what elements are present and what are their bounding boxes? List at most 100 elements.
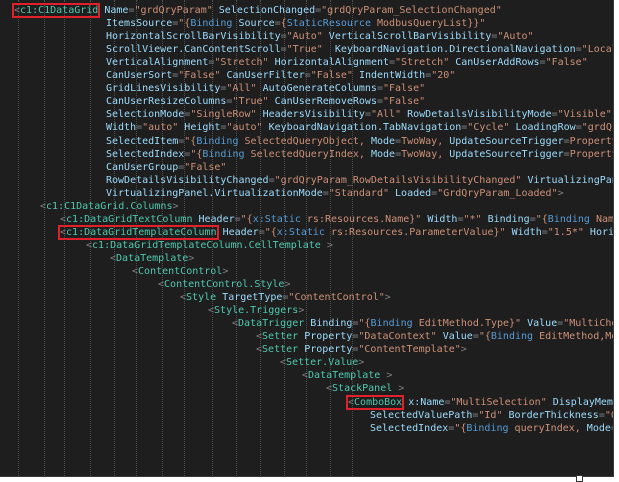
xml-tag-name: ContentControl.Style [164, 279, 285, 291]
xml-attribute-value: "Stretch" [395, 57, 450, 69]
xml-attribute-value: "False" [184, 161, 227, 173]
code-line[interactable]: <c1:DataGridTemplateColumn.CellTemplate … [0, 239, 613, 252]
xml-attribute-value: "Stretch" [214, 57, 269, 69]
code-line[interactable]: <Style.Triggers> [0, 304, 613, 317]
markup-extension: Binding [547, 213, 590, 225]
code-line[interactable]: <Setter Property="ContentTemplate"> [0, 343, 613, 356]
code-line[interactable]: <c1:DataGridTemplateColumn Header="{x:St… [0, 224, 613, 240]
xml-tag-name: ComboBox [354, 396, 403, 408]
code-line[interactable]: SelectedValuePath="Id" BorderThickness="… [0, 409, 613, 422]
xml-tag-name: c1:C1DataGrid [20, 5, 99, 16]
code-line[interactable]: GridLinesVisibility="All" AutoGenerateCo… [0, 82, 613, 95]
xml-attribute-name: Property [304, 331, 353, 343]
xml-attribute-value: "GrdQryParam_Loaded" [437, 187, 558, 199]
resize-grip-icon[interactable] [576, 475, 583, 482]
xml-punctuation: > [222, 266, 229, 277]
xml-attribute-value: SelectedQueryObject, [244, 135, 371, 147]
code-line[interactable]: <ContentControl.Style> [0, 278, 613, 291]
xml-attribute-name: Header [222, 226, 259, 238]
xml-tag-name: c1:C1DataGrid.Columns [46, 200, 173, 212]
xml-attribute-value: EditMethod,Mod [539, 331, 613, 343]
xml-attribute-name: ItemsSource [106, 18, 173, 30]
xml-attribute-value: ModbusQueryList}}" [377, 18, 486, 30]
xml-attribute-name: CanUserAddRows [455, 57, 540, 69]
xml-tag-name: Style.Triggers [214, 305, 299, 317]
markup-extension: Binding [190, 18, 233, 30]
code-line[interactable]: SelectedIndex="{Binding SelectedQueryInd… [0, 148, 613, 161]
xml-attribute-name: Value [527, 318, 558, 330]
xml-punctuation: = [611, 423, 613, 434]
xml-tag-name: Setter.Value [286, 357, 359, 369]
xml-attribute-name: CanUserFilter [226, 70, 305, 82]
xml-attribute-value: TwoWay, [401, 135, 450, 147]
xml-attribute-name: SelectionMode [106, 109, 185, 121]
code-line[interactable]: SelectionMode="SingleRow" HeadersVisibil… [0, 108, 613, 121]
xml-attribute-name: ScrollViewer.CanContentScroll [106, 44, 281, 56]
xml-attribute-value: "{ [178, 18, 191, 30]
markup-extension: Binding [370, 318, 413, 330]
xml-tag-name: Setter [262, 344, 299, 356]
markup-extension: x:Static [252, 213, 301, 225]
xml-attribute-value: "1.5*" [547, 226, 584, 238]
code-line[interactable]: SelectedItem="{Binding SelectedQueryObje… [0, 135, 613, 148]
code-line[interactable]: <c1:C1DataGrid Name="grdQryParam" Select… [0, 3, 613, 18]
code-line[interactable]: <c1:DataGridTextColumn Header="{x:Static… [0, 213, 613, 226]
xml-attribute-value: "MultiSelection" [450, 396, 547, 408]
xml-tag-name: Style [186, 292, 217, 304]
code-line[interactable]: <Setter.Value> [0, 356, 613, 369]
xml-tag-name: c1:DataGridTextColumn [66, 213, 193, 225]
xml-attribute-name: CanUserRemoveRows [274, 96, 377, 108]
code-line[interactable]: VirtualizingPanel.VirtualizationMode="St… [0, 187, 613, 200]
code-line[interactable]: ScrollViewer.CanContentScroll="True" Key… [0, 43, 613, 56]
markup-extension: Binding [490, 331, 534, 343]
code-line[interactable]: CanUserSort="False" CanUserFilter="False… [0, 69, 613, 82]
xml-attribute-value: "ContentTemplate" [358, 344, 461, 356]
code-line[interactable]: <Setter Property="DataContext" Value="{B… [0, 330, 613, 343]
xml-attribute-name: SelectedItem [106, 135, 179, 147]
code-line[interactable]: Width="auto" Height="auto" KeyboardNavig… [0, 121, 613, 134]
code-line[interactable]: <DataTrigger Binding="{Binding EditMetho… [0, 317, 613, 330]
xml-attribute-value: "grdQryParam_RowDetailsVisibilityChanged… [274, 174, 522, 186]
xml-attribute-value: rs:Resources.Name}" [306, 213, 422, 225]
xaml-code-editor[interactable]: <c1:C1DataGrid Name = "grdQryParam" Select… [0, 0, 614, 477]
xml-attribute-value: "Auto" [286, 31, 323, 43]
xml-attribute-name: UpdateSourceTrigger [449, 148, 564, 160]
xml-punctuation: > [384, 292, 391, 304]
xml-attribute-value: "grdQry [581, 122, 613, 134]
code-line[interactable]: ItemsSource="{Binding Source={StaticReso… [0, 17, 613, 30]
code-line[interactable]: RowDetailsVisibilityChanged="grdQryParam… [0, 174, 613, 187]
code-line[interactable]: <Style TargetType="ContentControl"> [0, 291, 613, 304]
code-line[interactable]: CanUserResizeColumns="True" CanUserRemov… [0, 95, 613, 108]
xml-attribute-name: KeyboardNavigation.TabNavigation [268, 122, 462, 134]
code-line[interactable]: <StackPanel > [0, 382, 613, 395]
code-line[interactable]: HorizontalScrollBarVisibility="Auto" Ver… [0, 30, 613, 43]
xml-attribute-value: "{ [264, 226, 277, 238]
code-line[interactable]: <DataTemplate> [0, 252, 613, 265]
xml-attribute-name: BorderThickness [508, 409, 599, 421]
xml-attribute-value: "SingleRow" [190, 109, 257, 121]
xml-attribute-name: RowDetailsVisibilityChanged [106, 174, 269, 186]
code-line[interactable]: <c1:C1DataGrid.Columns> [0, 200, 613, 213]
xml-attribute-value: "MultiChoi [563, 318, 613, 330]
code-line[interactable]: SelectedIndex = "{Binding queryIndex, Mode… [0, 422, 613, 435]
xml-attribute-name: Width [427, 213, 458, 225]
code-line[interactable]: <ComboBox x:Name="MultiSelection" Displa… [0, 394, 613, 410]
code-line[interactable]: CanUserGroup="False" [0, 161, 613, 174]
code-line[interactable]: <DataTemplate > [0, 369, 613, 382]
xml-attribute-value: "Visible" [557, 109, 612, 121]
xml-attribute-value: "All" [226, 83, 257, 95]
xml-attribute-value: EditMethod.Type}" [418, 318, 522, 330]
xml-attribute-name: Source [238, 18, 275, 30]
code-line[interactable]: VerticalAlignment="Stretch" HorizontalAl… [0, 56, 613, 69]
xml-attribute-value: "Id" [478, 409, 503, 421]
xml-punctuation: > [188, 252, 195, 264]
xml-tag-name: ContentControl [138, 266, 223, 277]
xml-attribute-name: HorizontalAlignment [274, 57, 389, 69]
xml-attribute-value: "ContentControl" [288, 292, 385, 304]
xml-attribute-name: VirtualizingPanel.VirtualizationMode [106, 187, 323, 199]
xml-attribute-value: queryIndex, [514, 422, 587, 434]
xml-attribute-value: "False" [382, 83, 426, 95]
highlight-box: <ComboBox [345, 394, 405, 410]
xml-attribute-value: "DataContext" [358, 331, 437, 343]
code-line[interactable]: <ContentControl> [0, 265, 613, 278]
